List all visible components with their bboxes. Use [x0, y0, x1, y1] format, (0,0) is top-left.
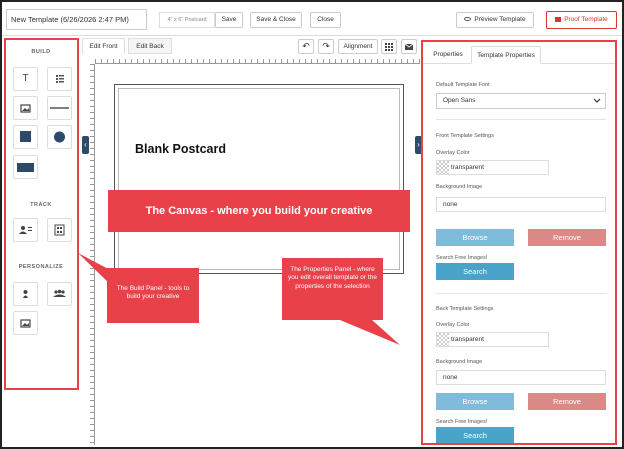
back-settings-heading: Back Template Settings	[436, 306, 494, 312]
back-remove-button[interactable]: Remove	[528, 393, 606, 410]
divider	[436, 293, 606, 294]
back-bg-image-label: Background Image	[436, 359, 483, 365]
remove-button[interactable]: Remove	[528, 229, 606, 246]
back-bg-image-field[interactable]: none	[436, 370, 606, 385]
browse-button[interactable]: Browse	[436, 229, 514, 246]
back-search-free-images-label: Search Free Images!	[436, 419, 488, 425]
properties-pointer-shape	[340, 320, 400, 345]
back-browse-button[interactable]: Browse	[436, 393, 514, 410]
back-overlay-color-picker[interactable]: transparent	[436, 332, 549, 347]
bg-image-field[interactable]: none	[436, 197, 606, 212]
back-search-button[interactable]: Search	[436, 427, 514, 443]
tab-template-properties[interactable]: Template Properties	[471, 46, 541, 64]
properties-panel: Properties Template Properties Default T…	[421, 40, 617, 445]
overlay-color-picker[interactable]: transparent	[436, 160, 549, 175]
default-font-label: Default Template Font	[436, 82, 490, 88]
chevron-down-icon	[593, 98, 601, 103]
build-panel-callout: The Build Panel - tools to build your cr…	[107, 268, 199, 323]
properties-panel-callout: The Properties Panel - where you edit ov…	[282, 258, 383, 320]
properties-tabs: Properties Template Properties	[423, 42, 615, 64]
front-settings-heading: Front Template Settings	[436, 133, 494, 139]
search-free-images-label: Search Free Images!	[436, 255, 488, 261]
divider	[436, 119, 606, 120]
back-overlay-color-label: Overlay Color	[436, 322, 470, 328]
bg-image-label: Background Image	[436, 184, 483, 190]
transparent-swatch	[437, 333, 449, 346]
transparent-swatch	[437, 161, 449, 174]
search-button[interactable]: Search	[436, 263, 514, 280]
overlay-color-label: Overlay Color	[436, 150, 470, 156]
tab-properties[interactable]: Properties	[427, 46, 469, 64]
default-font-select[interactable]: Open Sans	[436, 93, 606, 109]
